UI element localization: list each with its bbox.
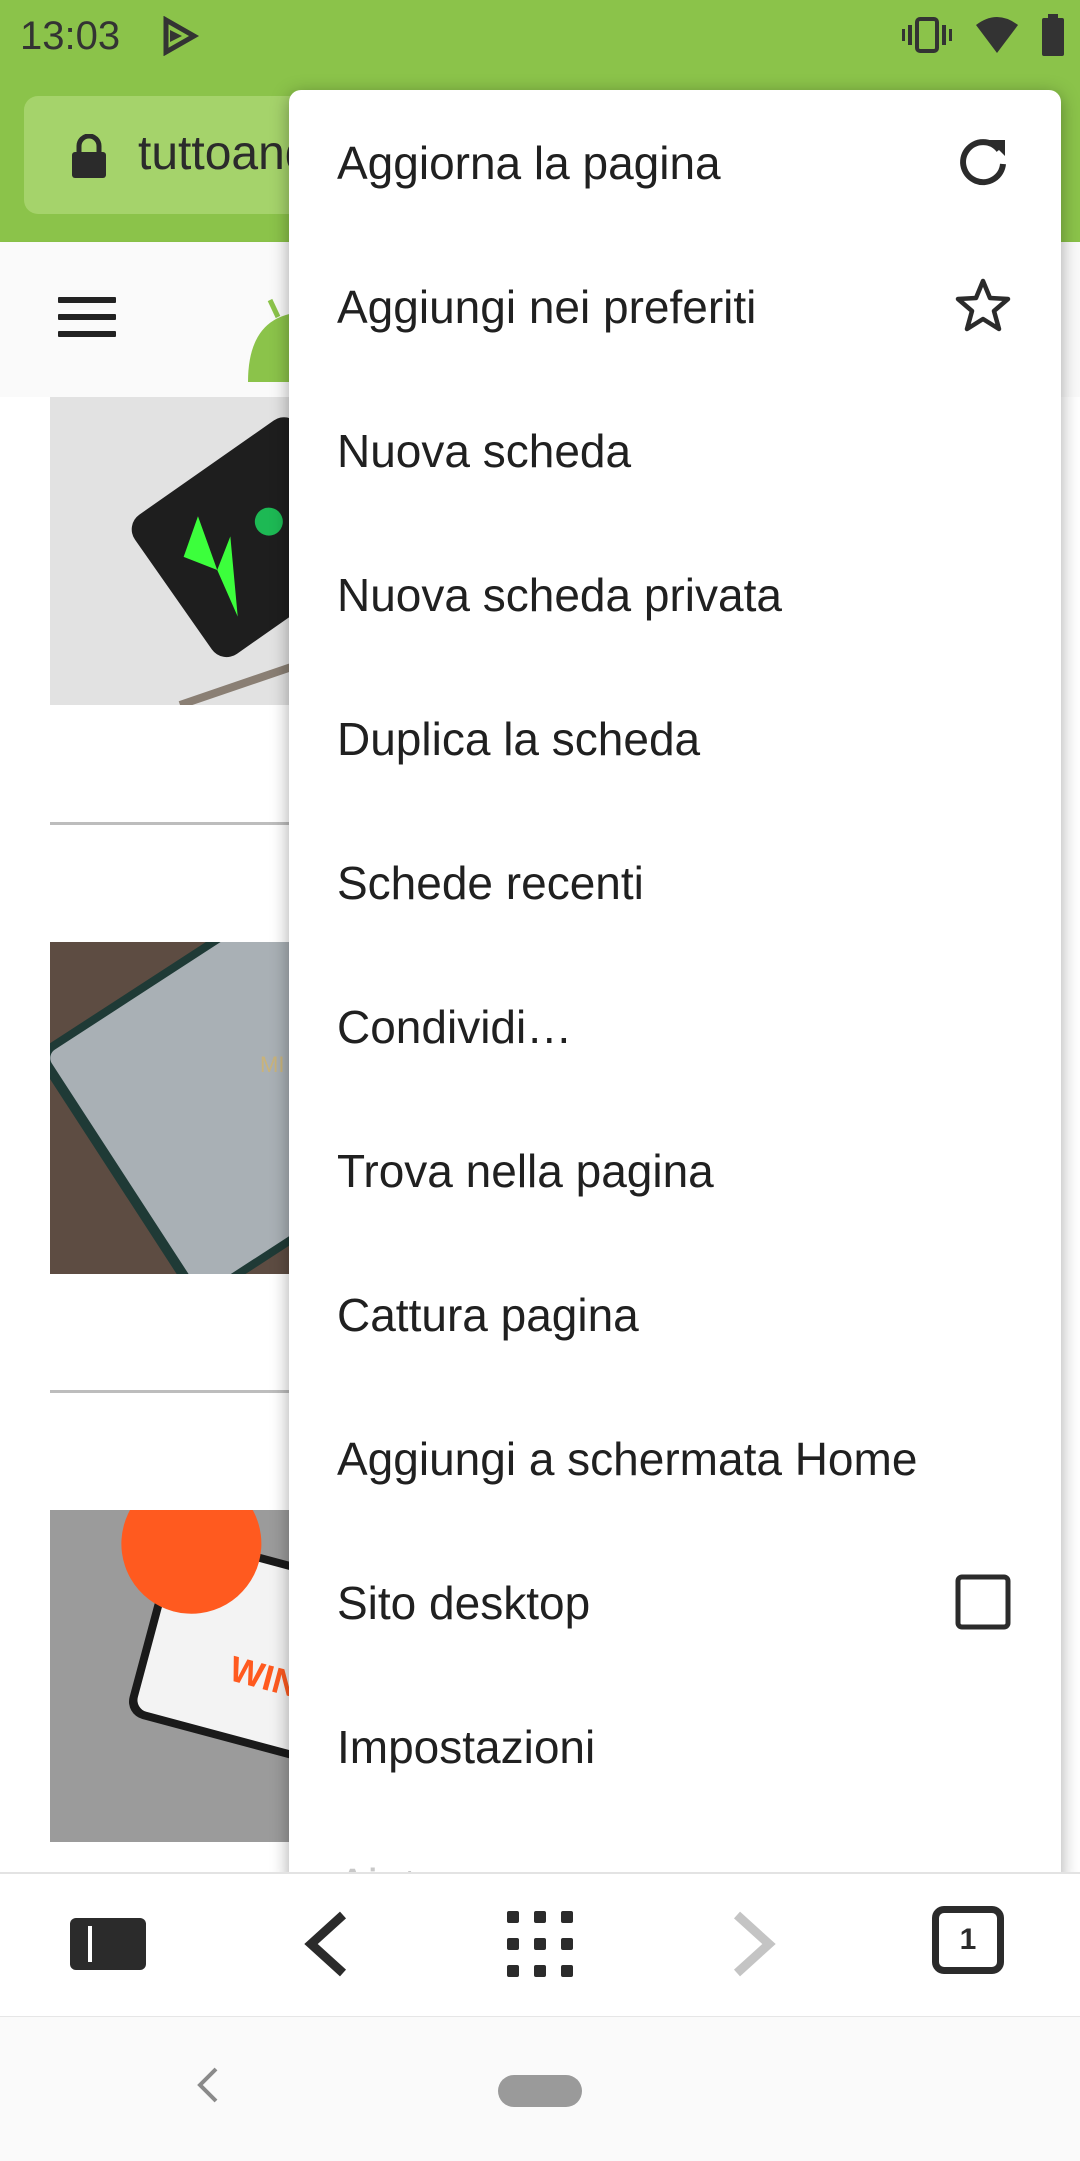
menu-item-label: Impostazioni (337, 1721, 596, 1773)
bottom-toolbar: 1 (0, 1872, 1080, 2018)
browser-overflow-menu: Aggiorna la pagina Aggiungi nei preferit… (289, 90, 1061, 1888)
menu-item-recent-tabs[interactable]: Schede recenti (289, 810, 1061, 954)
menu-item-label: Condividi… (337, 1001, 573, 1053)
system-back-icon[interactable] (194, 2065, 222, 2110)
star-outline-icon[interactable] (955, 278, 1011, 334)
wifi-icon (974, 15, 1020, 60)
svg-text:MI: MI (260, 1052, 284, 1077)
menu-item-duplicate-tab[interactable]: Duplica la scheda (289, 666, 1061, 810)
play-store-notification-icon (160, 15, 200, 61)
menu-item-label: Aggiungi a schermata Home (337, 1433, 918, 1485)
menu-item-label: Aggiungi nei preferiti (337, 281, 757, 333)
tab-count: 1 (959, 1923, 977, 1956)
speed-dial-grid-icon[interactable] (500, 1904, 580, 1984)
menu-item-label: Trova nella pagina (337, 1145, 714, 1197)
menu-item-new-tab[interactable]: Nuova scheda (289, 378, 1061, 522)
menu-item-add-to-home[interactable]: Aggiungi a schermata Home (289, 1386, 1061, 1530)
menu-item-label: Nuova scheda privata (337, 569, 782, 621)
menu-item-label: Schede recenti (337, 857, 644, 909)
menu-item-share[interactable]: Condividi… (289, 954, 1061, 1098)
menu-item-label: Nuova scheda (337, 425, 632, 477)
menu-item-label: Aggiorna la pagina (337, 137, 721, 189)
menu-item-label: Sito desktop (337, 1577, 591, 1629)
menu-item-new-private-tab[interactable]: Nuova scheda privata (289, 522, 1061, 666)
menu-item-settings[interactable]: Impostazioni (289, 1674, 1061, 1818)
system-navigation-bar (0, 2016, 1080, 2161)
menu-item-find-in-page[interactable]: Trova nella pagina (289, 1098, 1061, 1242)
sidebar-icon[interactable] (68, 1904, 148, 1984)
lock-icon (72, 133, 106, 183)
vibrate-icon (902, 15, 952, 60)
menu-item-label: Cattura pagina (337, 1289, 639, 1341)
back-arrow-icon[interactable] (286, 1904, 366, 1984)
menu-item-bookmark[interactable]: Aggiungi nei preferiti (289, 234, 1061, 378)
battery-icon (1042, 14, 1064, 61)
menu-item-desktop-site[interactable]: Sito desktop (289, 1530, 1061, 1674)
hamburger-menu-icon[interactable] (58, 297, 116, 348)
refresh-icon[interactable] (955, 134, 1011, 190)
status-bar: 13:03 (0, 0, 1080, 72)
system-home-pill[interactable] (498, 2075, 582, 2107)
menu-item-capture-page[interactable]: Cattura pagina (289, 1242, 1061, 1386)
forward-arrow-icon[interactable] (714, 1904, 794, 1984)
menu-item-label: Duplica la scheda (337, 713, 701, 765)
menu-item-refresh[interactable]: Aggiorna la pagina (289, 90, 1061, 234)
tab-switcher-button[interactable]: 1 (932, 1906, 1004, 1974)
status-time: 13:03 (20, 14, 121, 58)
desktop-site-checkbox[interactable] (955, 1574, 1011, 1630)
